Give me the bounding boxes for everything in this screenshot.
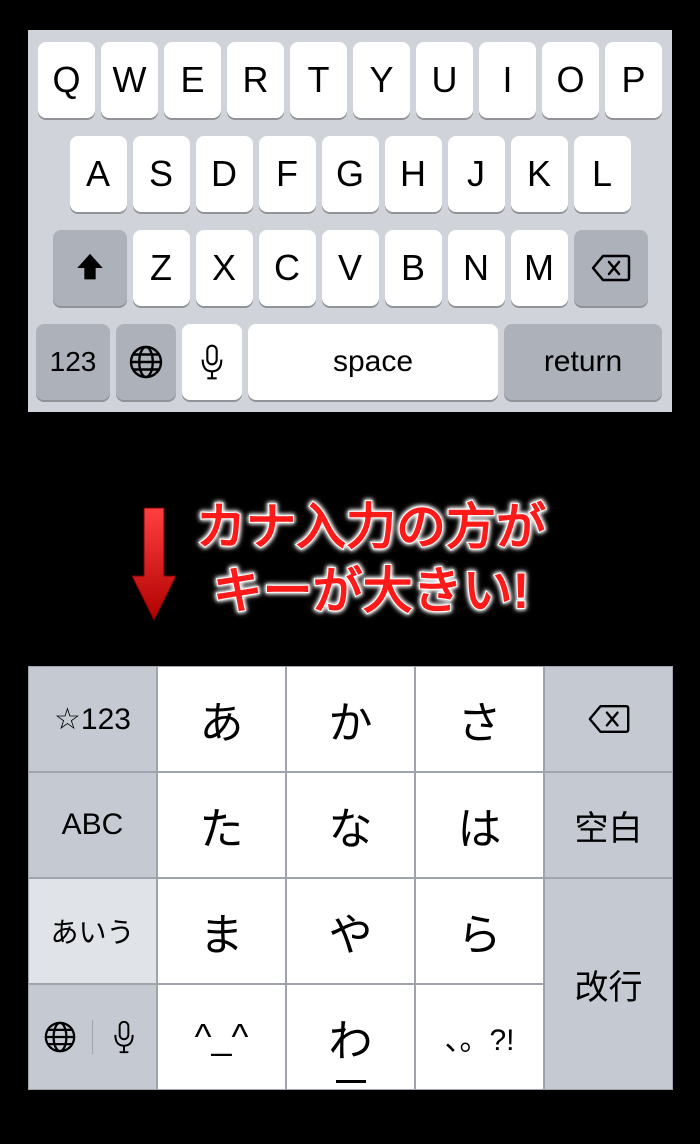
- kana-ha-key[interactable]: は: [415, 772, 544, 878]
- qwerty-row-3: Z X C V B N M: [36, 230, 664, 306]
- kana-aiu-key[interactable]: あいう: [28, 878, 157, 984]
- kana-globe-mic-cell: [28, 984, 157, 1090]
- kana-mic-key[interactable]: [93, 1018, 157, 1056]
- key-s[interactable]: S: [133, 136, 190, 212]
- key-l[interactable]: L: [574, 136, 631, 212]
- kana-backspace-key[interactable]: [544, 666, 673, 772]
- key-v[interactable]: V: [322, 230, 379, 306]
- key-f[interactable]: F: [259, 136, 316, 212]
- key-m[interactable]: M: [511, 230, 568, 306]
- kana-na-key[interactable]: な: [286, 772, 415, 878]
- key-g[interactable]: G: [322, 136, 379, 212]
- switch-123-key[interactable]: 123: [36, 324, 110, 400]
- key-b[interactable]: B: [385, 230, 442, 306]
- kana-punct-key[interactable]: 、。?!: [415, 984, 544, 1090]
- kana-globe-key[interactable]: [29, 1020, 93, 1054]
- mic-icon: [198, 342, 226, 382]
- key-o[interactable]: O: [542, 42, 599, 118]
- kana-keyboard: ☆123 あ か さ ABC た な は 空白 あいう ま や ら 改行: [28, 666, 673, 1090]
- key-u[interactable]: U: [416, 42, 473, 118]
- kana-sa-key[interactable]: さ: [415, 666, 544, 772]
- kana-return-key[interactable]: 改行: [544, 878, 673, 1090]
- qwerty-keyboard: Q W E R T Y U I O P A S D F G H J K L Z …: [28, 30, 672, 412]
- kana-wa-underline: [336, 1080, 366, 1083]
- kana-emoticon-key[interactable]: ^_^: [157, 984, 286, 1090]
- kana-a-key[interactable]: あ: [157, 666, 286, 772]
- key-n[interactable]: N: [448, 230, 505, 306]
- key-q[interactable]: Q: [38, 42, 95, 118]
- key-a[interactable]: A: [70, 136, 127, 212]
- kana-ya-key[interactable]: や: [286, 878, 415, 984]
- mic-key[interactable]: [182, 324, 242, 400]
- space-key[interactable]: space: [248, 324, 498, 400]
- backspace-key[interactable]: [574, 230, 648, 306]
- backspace-icon: [587, 703, 631, 735]
- mic-icon: [111, 1018, 137, 1056]
- key-k[interactable]: K: [511, 136, 568, 212]
- kana-ma-key[interactable]: ま: [157, 878, 286, 984]
- key-r[interactable]: R: [227, 42, 284, 118]
- globe-key[interactable]: [116, 324, 176, 400]
- key-e[interactable]: E: [164, 42, 221, 118]
- qwerty-row-1: Q W E R T Y U I O P: [36, 42, 664, 118]
- qwerty-bottom-row: 123 space return: [36, 324, 664, 400]
- key-w[interactable]: W: [101, 42, 158, 118]
- key-d[interactable]: D: [196, 136, 253, 212]
- globe-icon: [43, 1020, 77, 1054]
- key-i[interactable]: I: [479, 42, 536, 118]
- key-z[interactable]: Z: [133, 230, 190, 306]
- kana-star123-key[interactable]: ☆123: [28, 666, 157, 772]
- kana-space-key[interactable]: 空白: [544, 772, 673, 878]
- kana-wa-key[interactable]: わ: [286, 984, 415, 1090]
- annotation-text: カナ入力の方が キーが大きい!: [196, 495, 546, 623]
- key-h[interactable]: H: [385, 136, 442, 212]
- annotation-line-1: カナ入力の方が: [196, 495, 546, 559]
- key-x[interactable]: X: [196, 230, 253, 306]
- kana-wa-label: わ: [329, 1005, 373, 1069]
- shift-key[interactable]: [53, 230, 127, 306]
- backspace-icon: [591, 253, 631, 283]
- key-t[interactable]: T: [290, 42, 347, 118]
- kana-ra-key[interactable]: ら: [415, 878, 544, 984]
- down-arrow-icon: [130, 504, 178, 624]
- key-p[interactable]: P: [605, 42, 662, 118]
- kana-ka-key[interactable]: か: [286, 666, 415, 772]
- qwerty-row-2: A S D F G H J K L: [36, 136, 664, 212]
- key-j[interactable]: J: [448, 136, 505, 212]
- kana-ta-key[interactable]: た: [157, 772, 286, 878]
- key-c[interactable]: C: [259, 230, 316, 306]
- annotation-line-2: キーが大きい!: [196, 559, 546, 623]
- return-key[interactable]: return: [504, 324, 662, 400]
- key-y[interactable]: Y: [353, 42, 410, 118]
- shift-icon: [73, 251, 107, 285]
- annotation: カナ入力の方が キーが大きい!: [130, 494, 670, 624]
- globe-icon: [128, 344, 164, 380]
- kana-abc-key[interactable]: ABC: [28, 772, 157, 878]
